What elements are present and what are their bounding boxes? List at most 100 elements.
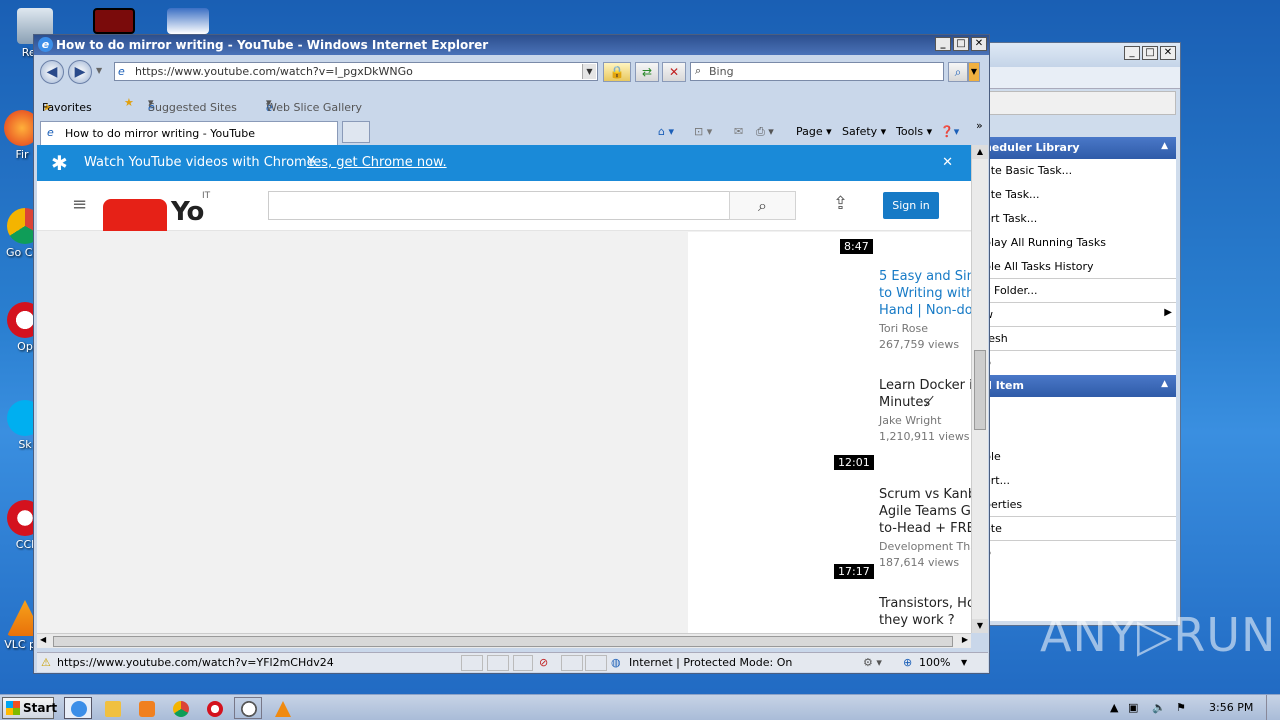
close-banner-icon[interactable]: ✕ <box>942 155 953 170</box>
opera-icon <box>207 701 223 717</box>
action-help[interactable]: p <box>984 351 1176 375</box>
action-refresh[interactable]: resh <box>984 327 1176 351</box>
desktop-icon-word[interactable] <box>158 8 218 36</box>
read-mail-icon[interactable]: ✉ <box>734 125 743 138</box>
scroll-right-icon[interactable]: ▶ <box>962 635 968 644</box>
tab-youtube[interactable]: e How to do mirror writing - YouTube <box>40 121 338 145</box>
favorites-bar: ★ Favorites ★ e Suggested Sites ▾ e Web … <box>38 91 985 115</box>
taskbar-ie-button[interactable] <box>64 697 92 719</box>
related-video[interactable]: Transistors, Ho they work ? <box>688 595 971 633</box>
safety-menu[interactable]: Safety ▾ <box>842 125 886 138</box>
video-title: Transistors, Ho they work ? <box>879 596 971 628</box>
search-input[interactable]: ⌕ Bing <box>690 62 944 81</box>
scroll-thumb[interactable] <box>974 350 986 430</box>
address-dropdown-icon[interactable]: ▼ <box>582 64 596 79</box>
taskbar-explorer-button[interactable] <box>98 697 126 719</box>
action-view[interactable]: w▶ <box>984 303 1176 327</box>
windows-flag-icon <box>6 701 20 715</box>
upload-icon[interactable]: ⇪ <box>833 193 848 214</box>
action-run[interactable] <box>984 397 1176 421</box>
show-desktop-button[interactable] <box>1266 695 1280 720</box>
taskbar-media-player-button[interactable] <box>132 697 160 719</box>
hamburger-menu-icon[interactable]: ≡ <box>72 194 87 215</box>
print-icon[interactable]: ⎙ ▾ <box>756 125 774 139</box>
taskbar-chrome-button[interactable] <box>166 697 194 719</box>
popup-blocker-icon[interactable]: ⊘ <box>539 656 548 669</box>
related-video[interactable]: 5 Easy and Sim to Writing with Hand | No… <box>688 268 971 377</box>
favorites-label: Favorites <box>42 101 92 114</box>
search-button[interactable]: ⌕ <box>948 62 968 82</box>
task-scheduler-toolbar <box>980 91 1176 115</box>
start-button[interactable]: Start <box>2 697 57 719</box>
submenu-arrow-icon: ▶ <box>1164 307 1172 318</box>
action-help-2[interactable]: p <box>984 541 1176 565</box>
taskbar-task-scheduler-button[interactable] <box>234 697 262 719</box>
home-icon[interactable]: ⌂ ▾ <box>658 125 674 138</box>
action-disable[interactable]: ble <box>984 445 1176 469</box>
action-export[interactable]: ort... <box>984 469 1176 493</box>
desktop-icon-acrobat[interactable] <box>84 8 144 36</box>
status-cell <box>461 655 483 671</box>
forward-button[interactable]: ▶ <box>68 60 92 84</box>
help-icon[interactable]: ❓▾ <box>940 125 959 138</box>
action-center-flag-icon[interactable]: ⚑ <box>1176 701 1186 714</box>
page-menu[interactable]: Page ▾ <box>796 125 832 138</box>
close-button[interactable]: ✕ <box>1160 46 1176 60</box>
protected-mode-toggle[interactable]: ⚙ ▾ <box>863 656 882 669</box>
actions-panel: heduler Library ▲ ate Basic Task... ate … <box>984 137 1176 621</box>
youtube-search-input[interactable] <box>268 191 730 220</box>
web-slice-gallery-link[interactable]: e Web Slice Gallery ▾ <box>266 96 362 114</box>
volume-icon[interactable]: 🔈 <box>1152 701 1166 714</box>
security-lock-button[interactable]: 🔒 <box>603 62 631 82</box>
compatibility-view-button[interactable]: ⇄ <box>635 62 659 82</box>
feeds-icon[interactable]: ⊡ ▾ <box>694 125 712 138</box>
recent-pages-dropdown-icon[interactable]: ▼ <box>96 66 102 75</box>
add-to-favorites-icon[interactable]: ★ <box>124 96 134 109</box>
sign-in-button[interactable]: Sign in <box>883 192 939 219</box>
scroll-left-icon[interactable]: ◀ <box>40 635 46 644</box>
youtube-logo[interactable] <box>103 199 167 231</box>
scroll-up-icon[interactable]: ▲ <box>972 145 988 159</box>
related-video[interactable]: Scrum vs Kanb Agile Teams G to-Head + FR… <box>688 486 971 595</box>
network-icon[interactable]: ▣ <box>1128 701 1138 714</box>
action-import-task[interactable]: ort Task... <box>984 207 1176 231</box>
get-chrome-link[interactable]: Yes, get Chrome now. <box>307 155 447 170</box>
action-create-task[interactable]: ate Task... <box>984 183 1176 207</box>
actions-section-library[interactable]: heduler Library ▲ <box>984 137 1176 159</box>
collapse-icon: ▲ <box>1161 141 1168 151</box>
maximize-button[interactable]: □ <box>1142 46 1158 60</box>
action-display-running-tasks[interactable]: play All Running Tasks <box>984 231 1176 255</box>
youtube-search-button[interactable]: ⌕ <box>729 191 796 220</box>
video-channel: Development That <box>879 540 971 553</box>
minimize-button[interactable]: _ <box>1124 46 1140 60</box>
taskbar-vlc-button[interactable] <box>268 697 296 719</box>
clock[interactable]: 3:56 PM <box>1209 701 1253 714</box>
action-properties[interactable]: perties <box>984 493 1176 517</box>
stop-button[interactable]: ✕ <box>662 62 686 82</box>
more-commands-icon[interactable]: » <box>976 119 983 132</box>
show-hidden-icons-icon[interactable]: ▲ <box>1110 701 1118 714</box>
zoom-dropdown-icon[interactable]: ▼ <box>961 658 967 667</box>
action-end[interactable] <box>984 421 1176 445</box>
horizontal-scrollbar[interactable]: ◀ ▶ <box>37 633 971 648</box>
action-delete[interactable]: ete <box>984 517 1176 541</box>
address-bar[interactable]: e https://www.youtube.com/watch?v=I_pgxD… <box>114 62 598 81</box>
suggested-sites-link[interactable]: e Suggested Sites ▾ <box>148 96 237 114</box>
related-video[interactable]: Learn Docker i Minutes ̸ Jake Wright 1,2… <box>688 377 971 486</box>
scroll-thumb[interactable] <box>53 636 953 647</box>
actions-section-selected-item[interactable]: d Item ▲ <box>984 375 1176 397</box>
action-enable-tasks-history[interactable]: ble All Tasks History <box>984 255 1176 279</box>
action-new-folder[interactable]: v Folder... <box>984 279 1176 303</box>
zoom-level[interactable]: 100% <box>919 656 950 669</box>
taskbar-opera-button[interactable] <box>200 697 228 719</box>
new-tab-button[interactable] <box>342 121 370 143</box>
back-button[interactable]: ◀ <box>40 60 64 84</box>
scroll-down-icon[interactable]: ▼ <box>972 619 988 633</box>
tools-menu[interactable]: Tools ▾ <box>896 125 932 138</box>
maximize-button[interactable]: □ <box>953 37 969 51</box>
action-create-basic-task[interactable]: ate Basic Task... <box>984 159 1176 183</box>
search-options-dropdown[interactable]: ▼ <box>968 62 980 82</box>
minimize-button[interactable]: _ <box>935 37 951 51</box>
close-button[interactable]: ✕ <box>971 37 987 51</box>
vertical-scrollbar[interactable]: ▲ ▼ <box>971 145 988 633</box>
